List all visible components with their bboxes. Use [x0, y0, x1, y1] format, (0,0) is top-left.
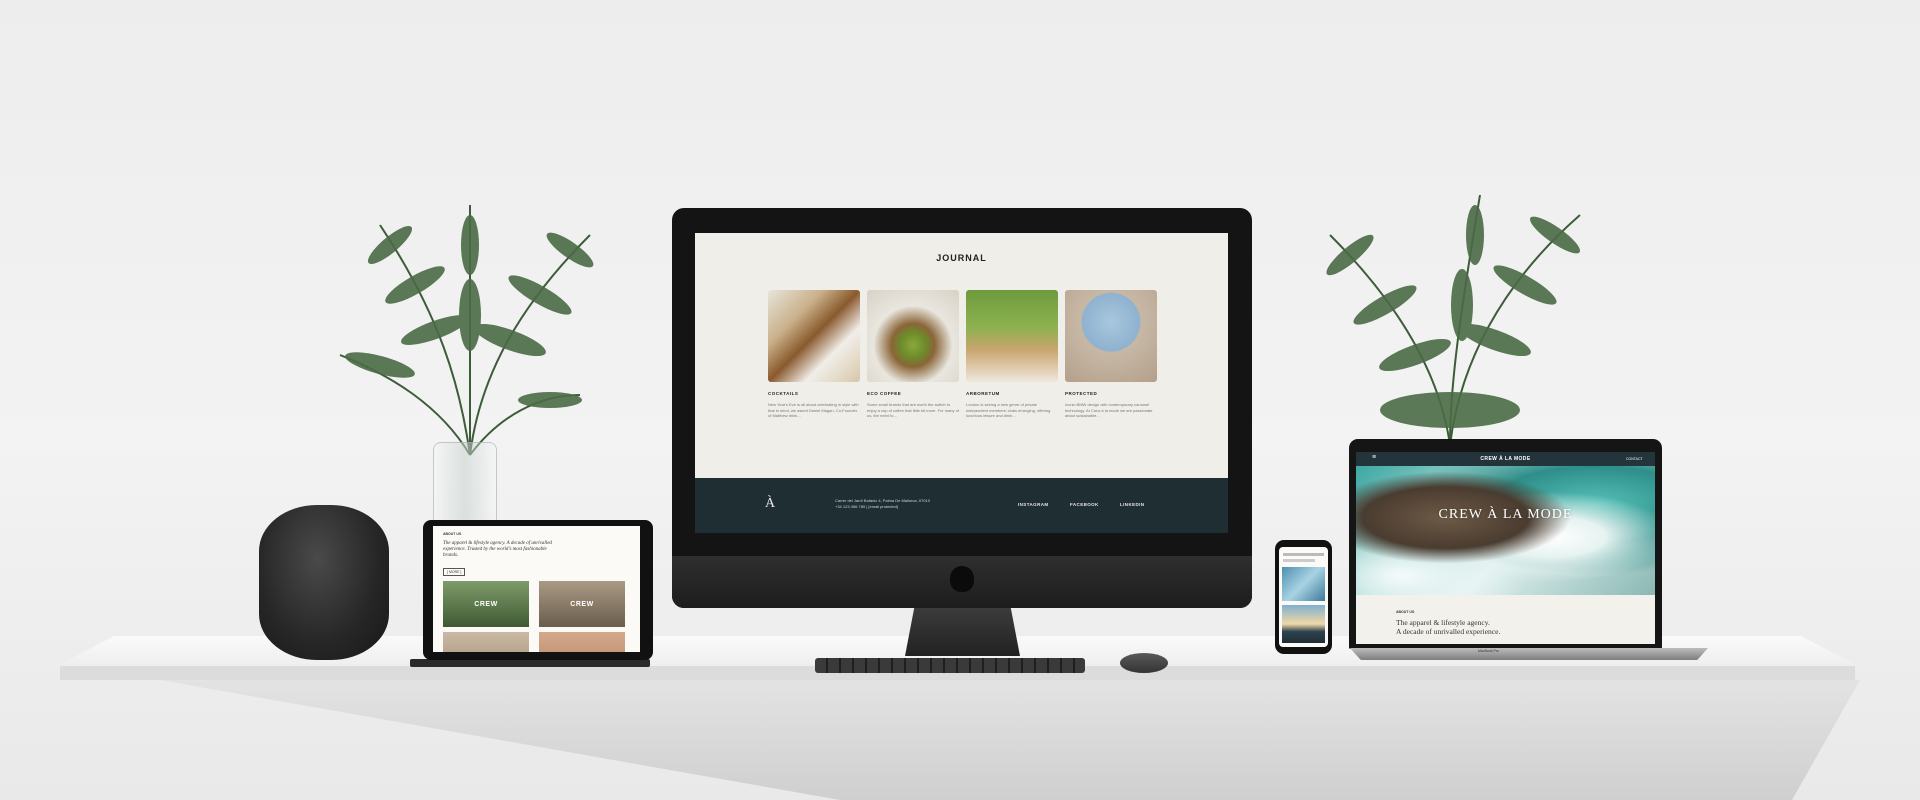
- imac-screen: JOURNAL COCKTAILS New Year's Eve is all …: [695, 233, 1228, 533]
- contact-link[interactable]: CONTACT: [1626, 457, 1643, 461]
- smart-speaker: [259, 505, 389, 660]
- ipad-keyboard: [410, 659, 650, 667]
- ipad-tile-text: CREW: [474, 600, 498, 608]
- card-text: London is seeing a new genre of private …: [966, 402, 1051, 418]
- mouse: [1120, 653, 1168, 673]
- ipad-heading: ABOUT US: [443, 532, 462, 536]
- card-image[interactable]: [768, 290, 860, 382]
- keyboard: [815, 658, 1085, 673]
- tagline-line: A decade of unrivalled experience.: [1396, 627, 1501, 636]
- footer-link-facebook[interactable]: FACEBOOK: [1070, 502, 1099, 507]
- iphone-text-line: [1283, 559, 1315, 562]
- footer-address-line: Carrer del Jardí Botànic 4, Palma De Mal…: [835, 498, 930, 503]
- journal-card[interactable]: COCKTAILS New Year's Eve is all about ce…: [768, 290, 860, 419]
- apple-logo-icon: [950, 566, 974, 592]
- card-label: PROTECTED: [1065, 391, 1098, 396]
- about-label: ABOUT US: [1396, 610, 1415, 614]
- iphone-text-line: [1283, 553, 1324, 556]
- macbook-caption: MacBook Pro: [1478, 649, 1500, 653]
- site-title[interactable]: CREW À LA MODE: [1356, 456, 1655, 462]
- journal-card[interactable]: ECO COFFEE Some small brands that are wo…: [867, 290, 959, 419]
- card-text: New Year's Eve is all about celebrating …: [768, 402, 859, 418]
- ipad-tile[interactable]: [539, 632, 625, 652]
- footer-address: Carrer del Jardí Botànic 4, Palma De Mal…: [835, 498, 930, 509]
- macbook-base: [1350, 648, 1708, 660]
- journal-card[interactable]: PROTECTED Iconic BMW design with contemp…: [1065, 290, 1157, 419]
- footer-link-instagram[interactable]: INSTAGRAM: [1018, 502, 1049, 507]
- tagline-line: The apparel & lifestyle agency.: [1396, 618, 1490, 627]
- iphone-screen: [1279, 547, 1328, 647]
- card-label: COCKTAILS: [768, 391, 799, 396]
- hero-image: [1356, 466, 1655, 595]
- iphone-image[interactable]: [1282, 567, 1325, 601]
- ipad-more-button[interactable]: [ MORE ]: [443, 568, 466, 576]
- card-text: Some small brands that are worth the swi…: [867, 402, 959, 418]
- ipad-tile[interactable]: CREW: [539, 581, 625, 627]
- macbook-navbar: ≡ CREW À LA MODE CONTACT: [1356, 452, 1655, 466]
- card-image[interactable]: [867, 290, 959, 382]
- card-label: ARBORETUM: [966, 391, 1000, 396]
- ipad-tile[interactable]: [443, 632, 529, 652]
- footer-phone-line: +34 123 456 789 | [email protected]: [835, 503, 898, 509]
- desk-body: [160, 680, 1860, 800]
- card-image[interactable]: [966, 290, 1058, 382]
- card-image[interactable]: [1065, 290, 1157, 382]
- ipad-tile-text: CREW: [570, 600, 594, 608]
- journal-card[interactable]: ARBORETUM London is seeing a new genre o…: [966, 290, 1058, 419]
- card-text: Iconic BMW design with contemporary caro…: [1065, 402, 1153, 418]
- right-fern-plant: [1326, 195, 1581, 446]
- macbook-screen: ≡ CREW À LA MODE CONTACT CREW À LA MODE …: [1356, 452, 1655, 644]
- ipad-screen: ABOUT US The apparel & lifestyle agency.…: [433, 526, 640, 652]
- imac-stand: [905, 608, 1020, 656]
- ipad-tile[interactable]: CREW: [443, 581, 529, 627]
- macbook-tagline: The apparel & lifestyle agency. A decade…: [1396, 618, 1500, 636]
- left-fern-plant: [339, 205, 594, 456]
- iphone-image[interactable]: [1282, 605, 1325, 643]
- ipad-tagline: The apparel & lifestyle agency. A decade…: [443, 541, 552, 558]
- journal-title: JOURNAL: [936, 253, 987, 263]
- hero-title: CREW À LA MODE: [1438, 507, 1573, 522]
- card-label: ECO COFFEE: [867, 391, 902, 396]
- footer-logo[interactable]: À: [765, 496, 775, 512]
- footer-link-linkedin[interactable]: LINKEDIN: [1120, 502, 1144, 507]
- site-footer: À Carrer del Jardí Botànic 4, Palma De M…: [695, 478, 1228, 533]
